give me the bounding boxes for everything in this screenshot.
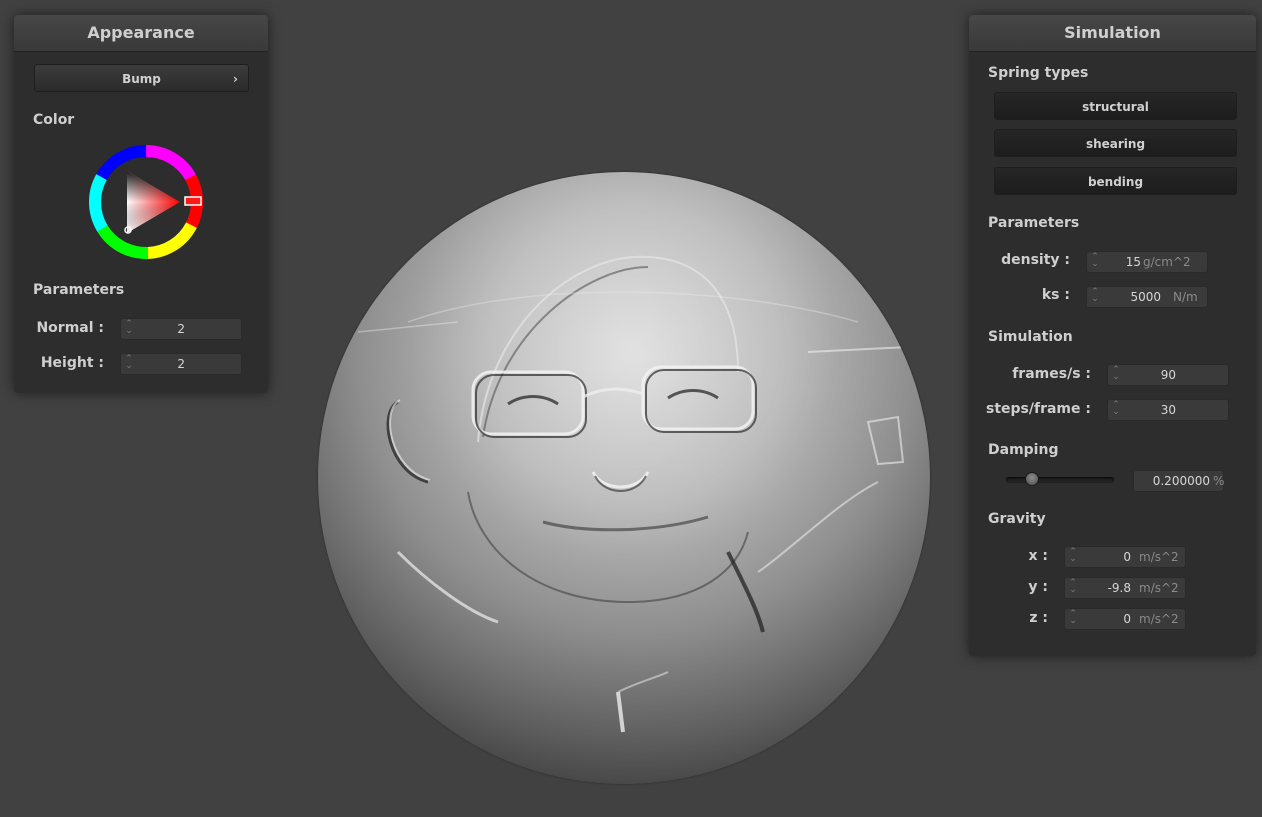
spring-bending-label: bending (1087, 175, 1144, 189)
fps-field[interactable]: ⌃ ⌄ 90 (1107, 364, 1229, 386)
damping-slider[interactable] (1006, 472, 1114, 486)
spring-shearing-label: shearing (1085, 137, 1146, 151)
density-unit: g/cm^2 (1143, 255, 1191, 269)
gravity-y-unit: m/s^2 (1139, 581, 1179, 595)
density-label: density : (1001, 252, 1070, 268)
appearance-parameters-title: Parameters (33, 282, 125, 298)
spinner-icon[interactable]: ⌃ ⌄ (1069, 579, 1077, 596)
damping-title: Damping (988, 442, 1059, 458)
density-value: 15 (1125, 255, 1141, 269)
spinner-icon[interactable]: ⌃ ⌄ (1069, 548, 1077, 565)
gravity-y-value: -9.8 (1107, 581, 1131, 595)
shader-dropdown[interactable]: Bump › (34, 64, 249, 92)
ks-field[interactable]: ⌃ ⌄ 5000 N/m (1086, 286, 1208, 308)
steps-per-frame-label: steps/frame : (986, 401, 1091, 417)
saturation-value-triangle[interactable] (127, 171, 180, 233)
steps-per-frame-value: 30 (1160, 403, 1176, 417)
spinner-icon[interactable]: ⌃ ⌄ (125, 355, 133, 372)
normal-label: Normal : (36, 320, 104, 336)
simulation-panel-title: Simulation (969, 15, 1256, 52)
fps-value: 90 (1160, 368, 1176, 382)
damping-unit: % (1213, 474, 1225, 488)
spinner-icon[interactable]: ⌃ ⌄ (125, 320, 133, 337)
normal-field[interactable]: ⌃ ⌄ 2 (120, 318, 242, 340)
damping-value: 0.200000 (1152, 474, 1210, 488)
gravity-z-label: z : (1029, 610, 1048, 626)
hue-selector-marker (184, 196, 202, 206)
color-wheel[interactable] (88, 144, 204, 260)
spinner-icon[interactable]: ⌃ ⌄ (1091, 253, 1099, 270)
gravity-y-field[interactable]: ⌃ ⌄ -9.8 m/s^2 (1064, 577, 1186, 599)
gravity-z-value: 0 (1123, 612, 1131, 626)
spring-structural-button[interactable]: structural (994, 92, 1237, 120)
appearance-panel-title: Appearance (14, 15, 268, 52)
height-value: 2 (177, 357, 185, 371)
chevron-right-icon: › (233, 72, 238, 86)
density-field[interactable]: ⌃ ⌄ 15 g/cm^2 (1086, 251, 1208, 273)
spring-shearing-button[interactable]: shearing (994, 129, 1237, 157)
simulation-parameters-title: Parameters (988, 215, 1080, 231)
gravity-x-field[interactable]: ⌃ ⌄ 0 m/s^2 (1064, 546, 1186, 568)
damping-field[interactable]: 0.200000 % (1133, 470, 1224, 492)
gravity-z-field[interactable]: ⌃ ⌄ 0 m/s^2 (1064, 608, 1186, 630)
spring-types-title: Spring types (988, 65, 1089, 81)
damping-slider-handle[interactable] (1024, 472, 1039, 486)
embossed-face-texture (357, 255, 909, 733)
ks-unit: N/m (1173, 290, 1198, 304)
height-field[interactable]: ⌃ ⌄ 2 (120, 353, 242, 375)
gravity-y-label: y : (1028, 579, 1048, 595)
steps-per-frame-field[interactable]: ⌃ ⌄ 30 (1107, 399, 1229, 421)
spinner-icon[interactable]: ⌃ ⌄ (1091, 288, 1099, 305)
ks-value: 5000 (1130, 290, 1161, 304)
bump-mapped-sphere[interactable] (318, 172, 930, 784)
ks-label: ks : (1041, 287, 1070, 303)
simulation-section-title: Simulation (988, 329, 1073, 345)
spinner-icon[interactable]: ⌃ ⌄ (1112, 366, 1120, 383)
gravity-x-unit: m/s^2 (1139, 550, 1179, 564)
spring-bending-button[interactable]: bending (994, 167, 1237, 195)
color-section-title: Color (33, 112, 75, 128)
gravity-title: Gravity (988, 511, 1046, 527)
spinner-icon[interactable]: ⌃ ⌄ (1069, 610, 1077, 627)
gravity-x-value: 0 (1123, 550, 1131, 564)
spring-structural-label: structural (1082, 100, 1149, 114)
shader-dropdown-value: Bump (122, 72, 161, 86)
gravity-x-label: x : (1028, 548, 1048, 564)
spinner-icon[interactable]: ⌃ ⌄ (1112, 401, 1120, 418)
height-label: Height : (40, 355, 104, 371)
gravity-z-unit: m/s^2 (1139, 612, 1179, 626)
normal-value: 2 (177, 322, 185, 336)
fps-label: frames/s : (1012, 366, 1091, 382)
